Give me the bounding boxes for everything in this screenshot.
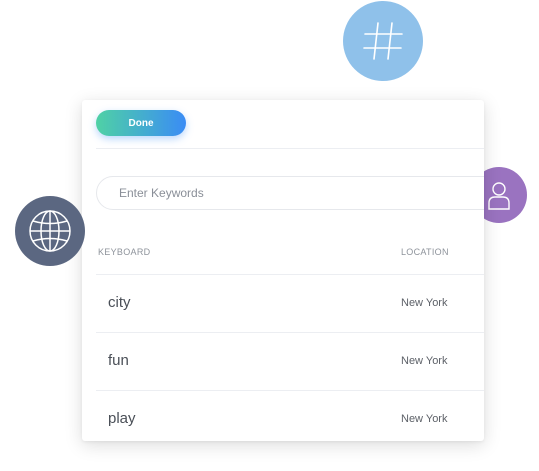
keywords-panel: Done KEYBOARD LOCATION city New York fun… bbox=[82, 100, 484, 441]
location-cell: New York bbox=[401, 355, 448, 367]
globe-icon bbox=[29, 210, 71, 252]
keyword-search-input[interactable] bbox=[96, 176, 484, 210]
location-cell: New York bbox=[401, 413, 448, 425]
header-divider bbox=[96, 148, 484, 149]
table-row[interactable]: fun New York bbox=[96, 332, 484, 391]
keyword-cell: fun bbox=[108, 352, 129, 369]
location-column-header: LOCATION bbox=[401, 247, 449, 257]
keyword-cell: play bbox=[108, 410, 136, 427]
globe-badge bbox=[15, 196, 85, 266]
keyword-column-header: KEYBOARD bbox=[98, 247, 151, 257]
done-button[interactable]: Done bbox=[96, 110, 186, 136]
table-row[interactable]: play New York bbox=[96, 390, 484, 441]
hashtag-badge bbox=[343, 1, 423, 81]
user-icon bbox=[488, 182, 510, 210]
hashtag-icon bbox=[363, 22, 403, 60]
location-cell: New York bbox=[401, 297, 448, 309]
keyword-cell: city bbox=[108, 294, 131, 311]
table-row[interactable]: city New York bbox=[96, 274, 484, 333]
